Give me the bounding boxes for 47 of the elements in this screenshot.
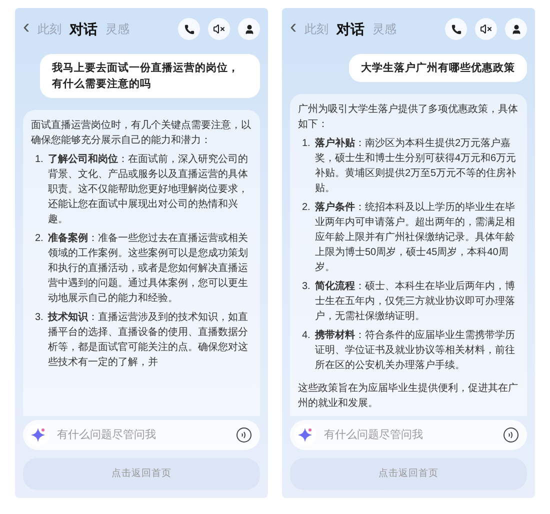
user-icon [510, 24, 522, 34]
question-bubble: 大学生落户广州有哪些优惠政策 [349, 54, 527, 82]
input-field[interactable]: 有什么问题尽管问我 [290, 420, 527, 450]
mute-button[interactable] [475, 18, 497, 40]
mute-icon [213, 23, 225, 35]
answer-intro: 广州为吸引大学生落户提供了多项优惠政策，具体如下： [298, 102, 519, 132]
phone-button[interactable] [445, 18, 467, 40]
list-item-text: 落户补贴：南沙区为本科生提供2万元落户嘉奖，硕士生和博士生分别可获得4万元和6万元补贴。黄埔区则提供2万至5万元不等的住房补贴。 [315, 136, 518, 196]
list-number: 1. [35, 153, 44, 167]
message-input[interactable]: 有什么问题尽管问我 [324, 426, 495, 444]
back-button[interactable]: ‹ [23, 17, 30, 41]
list-item-text: 技术知识：直播运营涉及到的技术知识，如直播平台的选择、直播设备的使用、直播数据分析等，都是面试官可能关注的点。确保您对这些技术有一定的了解，并 [48, 310, 249, 370]
list-item-text: 准备案例：准备一些您过去在直播运营或相关领域的工作案例。这些案例可以是您成功策划和执行的直播活动，或者是您如何解决直播运营中遇到的问题。通过具体案例，您可以更生动地展示自己的能力和经验。 [48, 231, 249, 306]
profile-button[interactable] [238, 18, 260, 40]
tab[interactable]: 此刻 [38, 20, 62, 38]
phone-button[interactable] [178, 18, 200, 40]
voice-icon[interactable] [236, 427, 252, 443]
profile-button[interactable] [505, 18, 527, 40]
answer-intro: 面试直播运营岗位时，有几个关键点需要注意，以确保您能够充分展示自己的能力和潜力： [31, 118, 252, 148]
user-icon [244, 24, 254, 34]
list-item-text: 落户条件：统招本科及以上学历的毕业生在毕业两年内可申请落户。超出两年的，需满足相应年龄上限并有广州社保缴纳记录。具体年龄上限为博士50周岁，硕士45周岁，本科40周岁。 [315, 200, 516, 275]
answer-outro: 这些政策旨在为应届毕业生提供便利，促进其在广州的就业和发展。 [298, 382, 519, 411]
mute-icon [480, 23, 492, 35]
return-home-button[interactable]: 点击返回首页 [290, 458, 527, 490]
list-number: 3. [302, 280, 312, 294]
return-home-button[interactable]: 点击返回首页 [23, 458, 260, 490]
question-bubble: 我马上要去面试一份直播运营的岗位，有什么需要注意的吗 [40, 54, 260, 98]
phone-icon [450, 24, 462, 34]
input-field[interactable]: 有什么问题尽管问我 [23, 420, 260, 450]
voice-icon[interactable] [503, 427, 519, 443]
list-item-text: 了解公司和岗位：在面试前，深入研究公司的背景、文化、产品或服务以及直播运营的具体职责。这不仅能帮助您更好地理解岗位要求，还能让您在面试中展现出对公司的热情和兴趣。 [48, 152, 249, 227]
list-number: 2. [302, 201, 312, 215]
tab[interactable]: 对话 [70, 18, 98, 40]
tab[interactable]: 对话 [336, 18, 365, 40]
list-number: 2. [35, 232, 44, 246]
mute-button[interactable] [208, 18, 230, 40]
list-item-text: 简化流程：硕士、本科生在毕业后两年内，博士生在五年内，仅凭三方就业协议即可办理落户，无需社保缴纳证明。 [315, 279, 516, 324]
list-number: 1. [302, 137, 312, 151]
tab[interactable]: 此刻 [304, 20, 329, 38]
phone-icon [184, 24, 194, 34]
message-input[interactable]: 有什么问题尽管问我 [57, 426, 228, 444]
list-item-text: 携带材料：符合条件的应届毕业生需携带学历证明、学位证书及就业协议等相关材料，前往所在区的公安机关办理落户手续。 [315, 328, 516, 373]
list-number: 4. [302, 329, 312, 343]
back-button[interactable]: ‹ [290, 17, 297, 41]
tab[interactable]: 灵感 [372, 20, 397, 38]
tab[interactable]: 灵感 [106, 20, 130, 38]
list-number: 3. [35, 311, 44, 325]
